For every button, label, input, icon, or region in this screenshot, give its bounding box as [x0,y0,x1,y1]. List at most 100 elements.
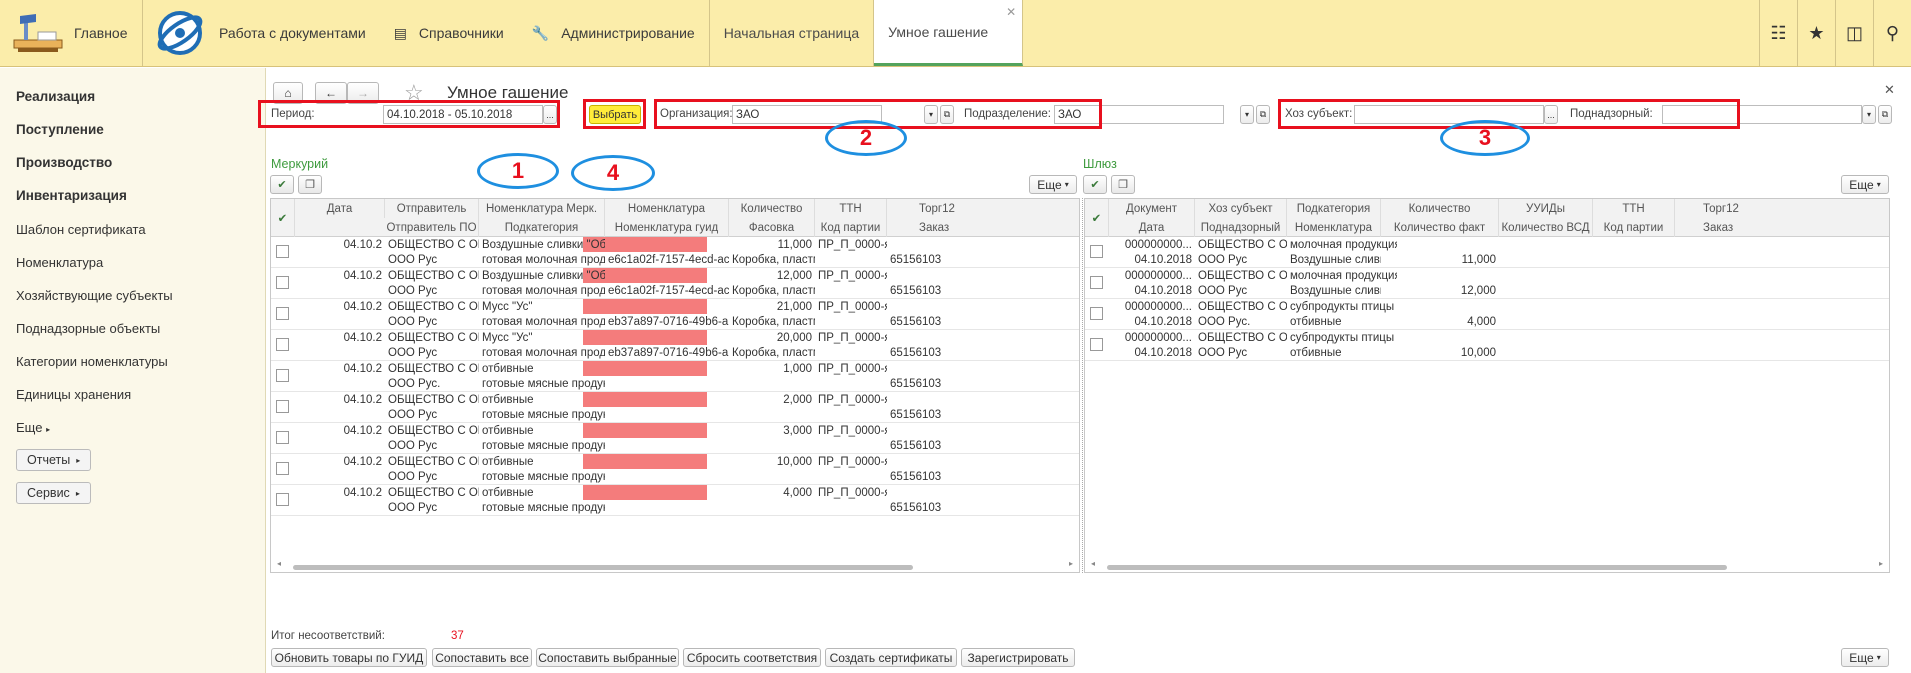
sidebar-item-business-entities[interactable]: Хозяйствующие субъекты [16,288,173,303]
row-checkbox[interactable] [276,245,289,258]
footer-more-button[interactable]: Еще ▾ [1841,648,1889,667]
tab-home-page[interactable]: Начальная страница [710,0,875,66]
history-icon[interactable]: ◫ [1835,0,1873,66]
scrollbar-thumb[interactable] [1107,565,1727,570]
sidebar-item-nomenclature[interactable]: Номенклатура [16,255,103,270]
gateway-copy-button[interactable]: ❐ [1111,175,1135,194]
scroll-right-icon[interactable]: ▸ [1879,559,1883,568]
sidebar-item-production[interactable]: Производство [16,155,112,170]
table-row[interactable]: 000000000...ОБЩЕСТВО С ОГР...молочная пр… [1085,237,1889,268]
header-torg12[interactable]: Торг12 [887,199,1079,218]
header-date[interactable]: Дата [295,199,385,218]
header-nomenclature-guid[interactable]: Номенклатура гуид [605,218,729,237]
mercury-check-all-button[interactable]: ✔ [270,175,294,194]
header-quantity[interactable]: Количество [729,199,815,218]
update-by-guid-button[interactable]: Обновить товары по ГУИД [271,648,427,667]
row-checkbox[interactable] [276,493,289,506]
header-business-entity[interactable]: Хоз субъект [1195,199,1287,218]
row-checkbox[interactable] [1090,276,1103,289]
table-row[interactable]: 04.10.2ОБЩЕСТВО С ОГР...Мусс "Ус"20,000П… [271,330,1079,361]
scroll-left-icon[interactable]: ◂ [1091,559,1095,568]
scroll-left-icon[interactable]: ◂ [277,559,281,568]
table-row[interactable]: 04.10.2ОБЩЕСТВО С ОГР...отбивные4,000ПР_… [271,485,1079,516]
row-checkbox[interactable] [276,431,289,444]
header-order[interactable]: Заказ [1675,218,1889,237]
reset-matches-button[interactable]: Сбросить соответствия [683,648,821,667]
star-icon[interactable]: ★ [1797,0,1835,66]
row-checkbox[interactable] [276,338,289,351]
header-document[interactable]: Документ [1109,199,1195,218]
search-icon[interactable]: ⚲ [1873,0,1911,66]
scrollbar-thumb[interactable] [293,565,913,570]
sidebar-item-inventory[interactable]: Инвентаризация [16,188,127,203]
row-checkbox[interactable] [1090,307,1103,320]
gateway-horizontal-scrollbar[interactable]: ◂ ▸ [1085,559,1889,572]
row-checkbox[interactable] [276,276,289,289]
mercury-copy-button[interactable]: ❐ [298,175,322,194]
table-row[interactable]: 04.10.2ОБЩЕСТВО С ОГР...отбивные1,000ПР_… [271,361,1079,392]
header-uuids[interactable]: УУИДы [1499,199,1593,218]
sidebar-item-storage-units[interactable]: Единицы хранения [16,387,131,402]
mercury-horizontal-scrollbar[interactable]: ◂ ▸ [271,559,1079,572]
department-open-button[interactable]: ⧉ [1256,105,1270,124]
table-row[interactable]: 04.10.2ОБЩЕСТВО С ОГР...Мусс "Ус"21,000П… [271,299,1079,330]
header-quantity-vsd[interactable]: Количество ВСД [1499,218,1593,237]
row-checkbox[interactable] [276,462,289,475]
header-ttn[interactable]: ТТН [1593,199,1675,218]
header-quantity[interactable]: Количество [1381,199,1499,218]
header-ttn[interactable]: ТТН [815,199,887,218]
sidebar-item-cert-template[interactable]: Шаблон сертификата [16,222,146,237]
header-quantity-fact[interactable]: Количество факт [1381,218,1499,237]
table-row[interactable]: 000000000...ОБЩЕСТВО С ОГР...субпродукты… [1085,330,1889,361]
sidebar-item-supervised-objects[interactable]: Поднадзорные объекты [16,321,160,336]
close-form-icon[interactable]: ✕ [1884,82,1895,98]
row-checkbox[interactable] [1090,338,1103,351]
close-tab-icon[interactable]: ✕ [1006,5,1016,19]
header-batch-code[interactable]: Код партии [1593,218,1675,237]
section-administration[interactable]: 🔧 Администрирование [518,0,710,66]
table-row[interactable]: 04.10.2ОБЩЕСТВО С ОГР...отбивные2,000ПР_… [271,392,1079,423]
table-row[interactable]: 04.10.2ОБЩЕСТВО С ОГР...Воздушные сливки… [271,268,1079,299]
department-dropdown-button[interactable]: ▾ [1240,105,1254,124]
home-desk-icon [13,14,63,52]
row-checkbox[interactable] [276,400,289,413]
register-button[interactable]: Зарегистрировать [961,648,1075,667]
row-checkbox[interactable] [1090,245,1103,258]
sidebar-more[interactable]: Еще ▸ [16,420,50,435]
header-nomenclature[interactable]: Номенклатура [605,199,729,218]
create-certificates-button[interactable]: Создать сертификаты [825,648,957,667]
service-button[interactable]: Сервис ▸ [16,482,91,504]
tab-smart-write-off[interactable]: Умное гашение ✕ [874,0,1024,66]
header-subcategory[interactable]: Подкатегория [1287,199,1381,218]
header-order[interactable]: Заказ [887,218,1079,237]
scroll-right-icon[interactable]: ▸ [1069,559,1073,568]
row-checkbox[interactable] [276,307,289,320]
header-nom-merk[interactable]: Номенклатура Мерк. [479,199,605,218]
reports-button[interactable]: Отчеты ▸ [16,449,92,471]
header-check-icon[interactable]: ✔ [271,199,295,237]
header-sender[interactable]: Отправитель [385,199,479,218]
section-references[interactable]: ▤ Справочники [380,0,518,66]
match-selected-button[interactable]: Сопоставить выбранные [536,648,679,667]
home-section[interactable]: Главное [0,0,143,66]
table-row[interactable]: 000000000...ОБЩЕСТВО С ОГР...субпродукты… [1085,299,1889,330]
header-torg12[interactable]: Торг12 [1675,199,1889,218]
gateway-check-all-button[interactable]: ✔ [1083,175,1107,194]
match-all-button[interactable]: Сопоставить все [432,648,532,667]
table-row[interactable]: 04.10.2ОБЩЕСТВО С ОГР...отбивные10,000ПР… [271,454,1079,485]
sidebar-item-sales[interactable]: Реализация [16,89,95,104]
table-row[interactable]: 04.10.2ОБЩЕСТВО С ОГР...Воздушные сливки… [271,237,1079,268]
row-checkbox[interactable] [276,369,289,382]
supervised-open-button[interactable]: ⧉ [1878,105,1892,124]
sidebar-item-receipt[interactable]: Поступление [16,122,104,137]
table-row[interactable]: 04.10.2ОБЩЕСТВО С ОГР...отбивные3,000ПР_… [271,423,1079,454]
supervised-dropdown-button[interactable]: ▾ [1862,105,1876,124]
open-icon: ⧉ [1259,109,1267,119]
gateway-more-button[interactable]: Еще ▾ [1841,175,1889,194]
header-check-icon[interactable]: ✔ [1085,199,1109,237]
mercury-more-button[interactable]: Еще ▾ [1029,175,1077,194]
apps-grid-icon[interactable]: ☷ [1759,0,1797,66]
table-row[interactable]: 000000000...ОБЩЕСТВО С ОГР...молочная пр… [1085,268,1889,299]
section-documents[interactable]: Работа с документами [143,0,380,66]
sidebar-item-nomenclature-categories[interactable]: Категории номенклатуры [16,354,168,369]
